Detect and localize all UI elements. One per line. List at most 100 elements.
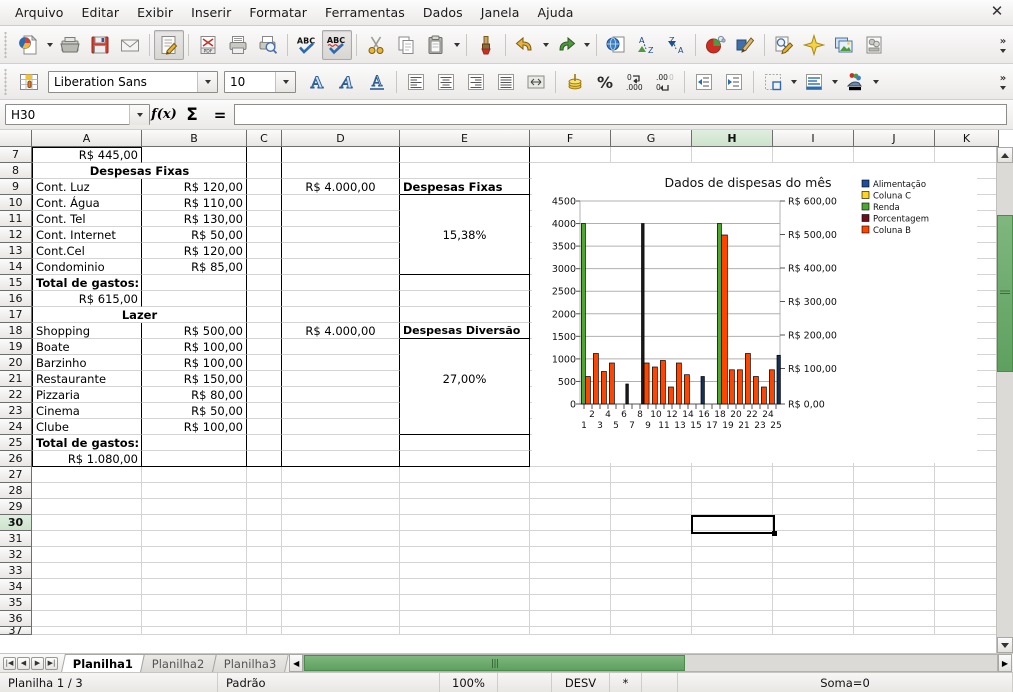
cell-E16[interactable] bbox=[400, 291, 530, 307]
cell-F29[interactable] bbox=[530, 499, 611, 515]
menu-ajuda[interactable]: Ajuda bbox=[528, 2, 582, 23]
row-header-7[interactable]: 7 bbox=[0, 147, 32, 163]
cell-I29[interactable] bbox=[773, 499, 854, 515]
menu-exibir[interactable]: Exibir bbox=[128, 2, 182, 23]
cell-B27[interactable] bbox=[142, 467, 247, 483]
cell-B18[interactable]: R$ 500,00 bbox=[142, 323, 247, 339]
font-name-combo[interactable]: Liberation Sans bbox=[48, 70, 218, 93]
cell-F27[interactable] bbox=[530, 467, 611, 483]
cell-H31[interactable] bbox=[692, 531, 773, 547]
styles-icon[interactable] bbox=[14, 67, 44, 97]
email-icon[interactable] bbox=[115, 30, 145, 60]
cell-A7[interactable]: R$ 445,00 bbox=[32, 147, 142, 163]
cell-I36[interactable] bbox=[773, 611, 854, 627]
cell-B21[interactable]: R$ 150,00 bbox=[142, 371, 247, 387]
cell-D18[interactable]: R$ 4.000,00 bbox=[282, 323, 400, 339]
cell-J31[interactable] bbox=[854, 531, 935, 547]
cell-D21[interactable] bbox=[282, 371, 400, 387]
clone-formatting-icon[interactable] bbox=[471, 30, 501, 60]
cell-E14[interactable] bbox=[400, 259, 530, 275]
cell-E22[interactable] bbox=[400, 387, 530, 403]
cell-D31[interactable] bbox=[282, 531, 400, 547]
cell-K27[interactable] bbox=[935, 467, 999, 483]
cell-A37[interactable] bbox=[32, 627, 142, 635]
cell-H34[interactable] bbox=[692, 579, 773, 595]
cell-A23[interactable]: Cinema bbox=[32, 403, 142, 419]
column-header-A[interactable]: A bbox=[32, 130, 142, 147]
cell-E31[interactable] bbox=[400, 531, 530, 547]
cell-C26[interactable] bbox=[247, 451, 282, 467]
cell-H7[interactable] bbox=[692, 147, 773, 163]
cell-I28[interactable] bbox=[773, 483, 854, 499]
cell-B10[interactable]: R$ 110,00 bbox=[142, 195, 247, 211]
cell-C10[interactable] bbox=[247, 195, 282, 211]
cell-F34[interactable] bbox=[530, 579, 611, 595]
cell-B36[interactable] bbox=[142, 611, 247, 627]
edit-mode-icon[interactable] bbox=[154, 29, 184, 60]
row-header-32[interactable]: 32 bbox=[0, 547, 32, 563]
column-header-I[interactable]: I bbox=[773, 130, 854, 147]
cell-E20[interactable] bbox=[400, 355, 530, 371]
cell-F31[interactable] bbox=[530, 531, 611, 547]
cell-D17[interactable] bbox=[282, 307, 400, 323]
row-header-17[interactable]: 17 bbox=[0, 307, 32, 323]
cell-B16[interactable] bbox=[142, 291, 247, 307]
status-zoom[interactable]: 100% bbox=[440, 673, 498, 692]
cell-D34[interactable] bbox=[282, 579, 400, 595]
background-color-dropdown[interactable] bbox=[870, 67, 881, 97]
cell-H37[interactable] bbox=[692, 627, 773, 635]
cell-A36[interactable] bbox=[32, 611, 142, 627]
cell-C11[interactable] bbox=[247, 211, 282, 227]
special-character-icon[interactable] bbox=[799, 30, 829, 60]
cell-B11[interactable]: R$ 130,00 bbox=[142, 211, 247, 227]
cell-D23[interactable] bbox=[282, 403, 400, 419]
cell-B25[interactable] bbox=[142, 435, 247, 451]
cell-A30[interactable] bbox=[32, 515, 142, 531]
cell-J37[interactable] bbox=[854, 627, 935, 635]
paste-icon[interactable] bbox=[421, 30, 451, 60]
scroll-up-button[interactable] bbox=[997, 147, 1013, 163]
cell-K32[interactable] bbox=[935, 547, 999, 563]
cell-E21-merged[interactable]: 27,00% bbox=[400, 371, 530, 387]
cell-B34[interactable] bbox=[142, 579, 247, 595]
cell-B35[interactable] bbox=[142, 595, 247, 611]
cell-E29[interactable] bbox=[400, 499, 530, 515]
cell-D15[interactable] bbox=[282, 275, 400, 291]
cell-C9[interactable] bbox=[247, 179, 282, 195]
cell-H35[interactable] bbox=[692, 595, 773, 611]
cell-A19[interactable]: Boate bbox=[32, 339, 142, 355]
status-modified-indicator[interactable]: * bbox=[610, 673, 642, 692]
align-right-icon[interactable] bbox=[461, 67, 491, 97]
cell-B14[interactable]: R$ 85,00 bbox=[142, 259, 247, 275]
cell-C13[interactable] bbox=[247, 243, 282, 259]
cell-A25[interactable]: Total de gastos: bbox=[32, 435, 142, 451]
print-preview-icon[interactable] bbox=[253, 30, 283, 60]
column-header-H[interactable]: H bbox=[692, 130, 773, 147]
cell-C24[interactable] bbox=[247, 419, 282, 435]
cell-B20[interactable]: R$ 100,00 bbox=[142, 355, 247, 371]
cell-B7[interactable] bbox=[142, 147, 247, 163]
cell-E15[interactable] bbox=[400, 275, 530, 291]
status-signature[interactable] bbox=[642, 673, 678, 692]
cell-E35[interactable] bbox=[400, 595, 530, 611]
row-header-35[interactable]: 35 bbox=[0, 595, 32, 611]
cell-G29[interactable] bbox=[611, 499, 692, 515]
cell-E24[interactable] bbox=[400, 419, 530, 435]
close-icon[interactable]: ✕ bbox=[989, 4, 1005, 20]
cell-A32[interactable] bbox=[32, 547, 142, 563]
cell-C8[interactable] bbox=[247, 163, 282, 179]
cell-I27[interactable] bbox=[773, 467, 854, 483]
cell-J27[interactable] bbox=[854, 467, 935, 483]
status-page-style[interactable]: Padrão bbox=[218, 673, 440, 692]
formula-input[interactable] bbox=[234, 104, 1007, 125]
cell-G7[interactable] bbox=[611, 147, 692, 163]
cell-C7[interactable] bbox=[247, 147, 282, 163]
cell-C34[interactable] bbox=[247, 579, 282, 595]
cell-D25[interactable] bbox=[282, 435, 400, 451]
cell-H33[interactable] bbox=[692, 563, 773, 579]
cell-C20[interactable] bbox=[247, 355, 282, 371]
row-header-13[interactable]: 13 bbox=[0, 243, 32, 259]
status-selection-mode[interactable]: DESV bbox=[552, 673, 610, 692]
menu-janela[interactable]: Janela bbox=[472, 2, 529, 23]
cell-J28[interactable] bbox=[854, 483, 935, 499]
